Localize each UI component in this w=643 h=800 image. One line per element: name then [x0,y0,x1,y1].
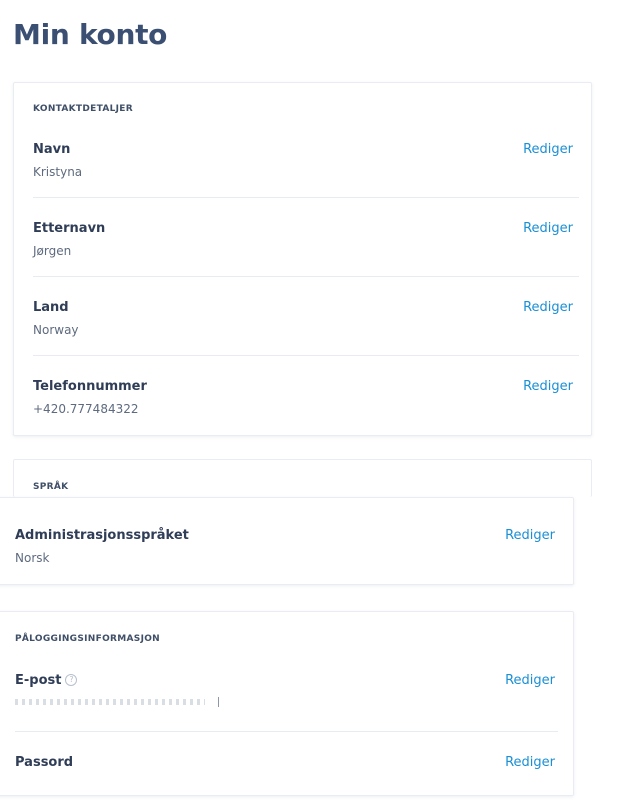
phone-value: +420.777484322 [33,402,139,416]
password-label: Passord [15,755,74,770]
login-info-header: PÅLOGGINGSINFORMASJON [15,634,160,644]
password-row: Passord Rediger [15,755,555,775]
admin-language-row: Administrasjonsspråket Norsk Rediger [15,528,555,568]
country-label: Land [33,300,69,315]
phone-row: Telefonnummer +420.777484322 Rediger [33,379,573,419]
language-card-top: SPRÅK [13,459,592,497]
language-header: SPRÅK [33,482,69,492]
edit-country-link[interactable]: Rediger [523,300,573,315]
email-value-redacted [15,699,205,705]
admin-language-label: Administrasjonsspråket [15,528,189,543]
edit-first-name-link[interactable]: Rediger [523,142,573,157]
divider [33,355,579,356]
divider [15,731,558,732]
edit-last-name-link[interactable]: Rediger [523,221,573,236]
login-info-card: PÅLOGGINGSINFORMASJON E-post? Rediger Pa… [0,611,574,796]
edit-admin-language-link[interactable]: Rediger [505,528,555,543]
edit-email-link[interactable]: Rediger [505,673,555,688]
email-row: E-post? Rediger [15,673,555,713]
language-card-body: Administrasjonsspråket Norsk Rediger [0,497,574,585]
last-name-label: Etternavn [33,221,106,236]
help-icon[interactable]: ? [65,674,78,686]
edit-password-link[interactable]: Rediger [505,755,555,770]
country-row: Land Norway Rediger [33,300,573,340]
last-name-value: Jørgen [33,244,72,258]
admin-language-value: Norsk [15,551,50,565]
text-cursor [218,697,219,707]
last-name-row: Etternavn Jørgen Rediger [33,221,573,261]
first-name-value: Kristyna [33,165,83,179]
email-label: E-post? [15,673,78,688]
email-label-text: E-post [15,673,62,688]
first-name-label: Navn [33,142,71,157]
divider [33,197,579,198]
divider [33,276,579,277]
country-value: Norway [33,323,79,337]
page-title: Min konto [13,18,168,51]
contact-details-header: KONTAKTDETALJER [33,104,133,114]
first-name-row: Navn Kristyna Rediger [33,142,573,182]
edit-phone-link[interactable]: Rediger [523,379,573,394]
phone-label: Telefonnummer [33,379,147,394]
contact-details-card: KONTAKTDETALJER Navn Kristyna Rediger Et… [13,82,592,436]
